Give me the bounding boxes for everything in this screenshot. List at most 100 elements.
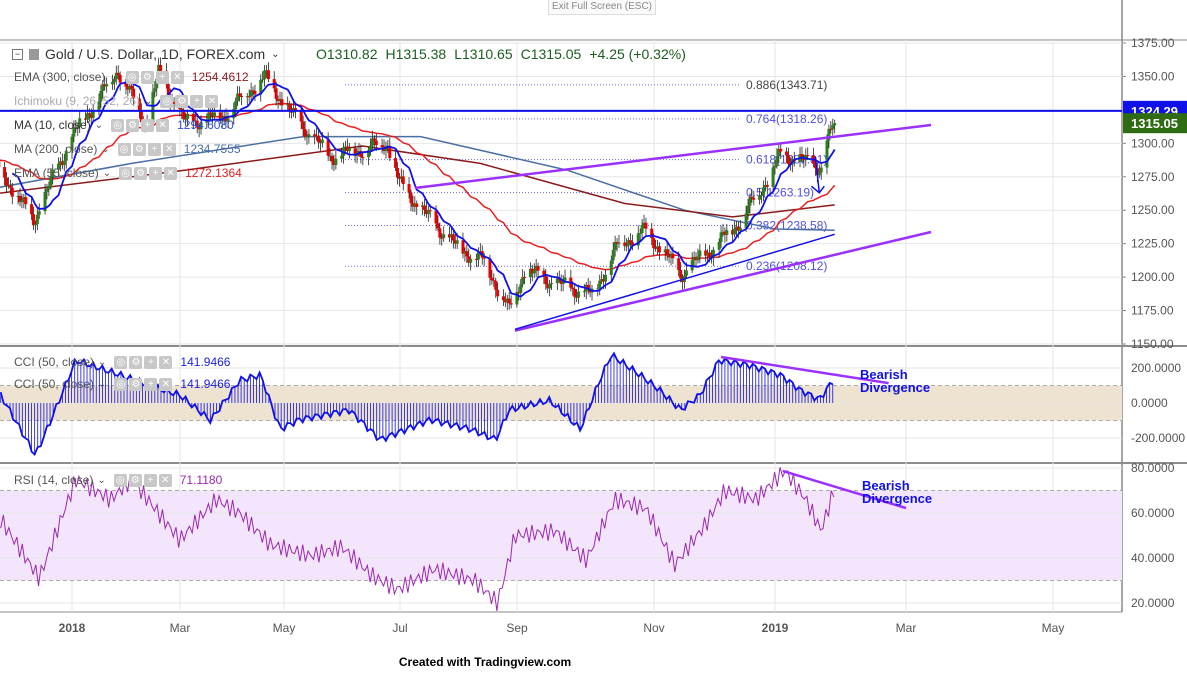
visibility-icon[interactable]: ◎ (125, 70, 139, 84)
add-icon[interactable]: + (144, 355, 158, 369)
indicator-name[interactable]: EMA (55, close) (14, 166, 99, 180)
add-icon[interactable]: + (143, 473, 157, 487)
price-tick-label: 1275.00 (1131, 170, 1175, 184)
annotation-line: Divergence (862, 491, 933, 506)
candle-body (3, 167, 7, 178)
candle-body (573, 288, 577, 297)
close-icon[interactable]: ✕ (159, 377, 173, 391)
candle-body (87, 113, 91, 115)
add-icon[interactable]: + (144, 377, 158, 391)
candle-body (779, 148, 783, 152)
candle-body (274, 88, 278, 100)
indicator-legend[interactable]: CCI (50, close) ⌄ ◎ ⚙ + ✕ 141.9466 (14, 355, 230, 369)
chevron-down-icon[interactable]: ⌄ (109, 72, 117, 83)
indicator-name[interactable]: RSI (14, close) (14, 473, 93, 487)
indicator-name[interactable]: Ichimoku (9, 26, 52, 26) (14, 94, 140, 108)
candle-body (785, 151, 789, 156)
candle-body (671, 253, 675, 259)
chevron-down-icon[interactable]: ⌄ (144, 96, 152, 107)
close-icon[interactable]: ✕ (170, 70, 184, 84)
candle-body (330, 155, 334, 162)
indicator-name[interactable]: CCI (50, close) (14, 377, 94, 391)
chevron-down-icon[interactable]: ⌄ (98, 357, 106, 368)
indicator-legend[interactable]: EMA (300, close) ⌄ ◎ ⚙ + ✕ 1254.4612 (14, 70, 249, 84)
rsi-tick-label: 40.0000 (1131, 551, 1175, 565)
close-icon[interactable]: ✕ (156, 118, 170, 132)
candle-body (280, 99, 284, 106)
close-icon[interactable]: ✕ (164, 166, 178, 180)
add-icon[interactable]: + (149, 166, 163, 180)
chevron-down-icon[interactable]: ⌄ (95, 120, 103, 131)
close-icon[interactable]: ✕ (158, 473, 172, 487)
settings-icon[interactable]: ⚙ (175, 94, 189, 108)
visibility-icon[interactable]: ◎ (113, 473, 127, 487)
visibility-icon[interactable]: ◎ (119, 166, 133, 180)
indicator-name[interactable]: EMA (300, close) (14, 70, 105, 84)
settings-icon[interactable]: ⚙ (132, 142, 146, 156)
settings-icon[interactable]: ⚙ (129, 377, 143, 391)
price-tick-label: 1175.00 (1131, 304, 1174, 318)
indicator-legend[interactable]: EMA (55, close) ⌄ ◎ ⚙ + ✕ 1272.1364 (14, 166, 242, 180)
chevron-down-icon[interactable]: ⌄ (98, 379, 106, 390)
indicator-name[interactable]: MA (200, close) (14, 142, 97, 156)
price-tick-label: 1300.00 (1131, 136, 1175, 150)
candle-body (263, 70, 267, 80)
indicator-legend[interactable]: Ichimoku (9, 26, 52, 26) ⌄ ◎ ⚙ + ✕ (14, 94, 222, 108)
settings-icon[interactable]: ⚙ (128, 473, 142, 487)
symbol-title[interactable]: − Gold / U.S. Dollar, 1D, FOREX.com ⌄ (12, 46, 280, 62)
chevron-down-icon[interactable]: ⌄ (103, 168, 111, 179)
indicator-legend[interactable]: MA (10, close) ⌄ ◎ ⚙ + ✕ 1294.6080 (14, 118, 234, 132)
candle-body (5, 177, 9, 186)
indicator-legend[interactable]: MA (200, close) ⌄ ◎ ⚙ + ✕ 1234.7555 (14, 142, 241, 156)
indicator-name[interactable]: CCI (50, close) (14, 355, 94, 369)
candle-body (650, 228, 654, 239)
add-icon[interactable]: + (147, 142, 161, 156)
candle-body (819, 167, 823, 173)
candle-body (696, 256, 700, 261)
settings-icon[interactable]: ⚙ (126, 118, 140, 132)
candle-body (334, 158, 338, 166)
close-icon[interactable]: ✕ (162, 142, 176, 156)
indicator-name[interactable]: MA (10, close) (14, 118, 91, 132)
cci-tick-label: -200.0000 (1131, 431, 1185, 445)
candle-body (438, 228, 442, 238)
indicator-legend[interactable]: RSI (14, close) ⌄ ◎ ⚙ + ✕ 71.1180 (14, 473, 222, 487)
trendline (514, 230, 932, 332)
visibility-icon[interactable]: ◎ (114, 355, 128, 369)
symbol-flag-icon (29, 48, 39, 60)
candle-body (679, 269, 683, 279)
close-icon[interactable]: ✕ (159, 355, 173, 369)
add-icon[interactable]: + (190, 94, 204, 108)
add-icon[interactable]: + (141, 118, 155, 132)
visibility-icon[interactable]: ◎ (114, 377, 128, 391)
settings-icon[interactable]: ⚙ (129, 355, 143, 369)
rsi-tick-label: 60.0000 (1131, 506, 1175, 520)
candle-body (8, 185, 12, 188)
collapse-icon[interactable]: − (12, 48, 23, 60)
price-tick-label: 1375.00 (1131, 36, 1175, 50)
fib-level-label: 0.886(1343.71) (746, 78, 827, 92)
indicator-value: 141.9466 (180, 355, 231, 369)
annotation-line: Divergence (860, 380, 931, 395)
close-icon[interactable]: ✕ (205, 94, 219, 108)
indicator-value: 1294.6080 (177, 118, 234, 132)
settings-icon[interactable]: ⚙ (134, 166, 148, 180)
candle-body (752, 197, 756, 200)
visibility-icon[interactable]: ◎ (160, 94, 174, 108)
visibility-icon[interactable]: ◎ (117, 142, 131, 156)
candle-body (523, 277, 527, 279)
candle-body (775, 156, 779, 166)
chevron-down-icon[interactable]: ⌄ (101, 144, 109, 155)
visibility-icon[interactable]: ◎ (111, 118, 125, 132)
close-value: C1315.05 (520, 46, 582, 62)
candle-body (598, 280, 602, 289)
candle-body (744, 213, 748, 228)
settings-icon[interactable]: ⚙ (140, 70, 154, 84)
candle-body (509, 303, 513, 305)
chevron-down-icon[interactable]: ⌄ (97, 475, 105, 486)
add-icon[interactable]: + (155, 70, 169, 84)
candle-body (234, 101, 238, 110)
candle-body (130, 85, 134, 89)
candle-body (806, 155, 810, 157)
indicator-legend[interactable]: CCI (50, close) ⌄ ◎ ⚙ + ✕ 141.9466 (14, 377, 230, 391)
